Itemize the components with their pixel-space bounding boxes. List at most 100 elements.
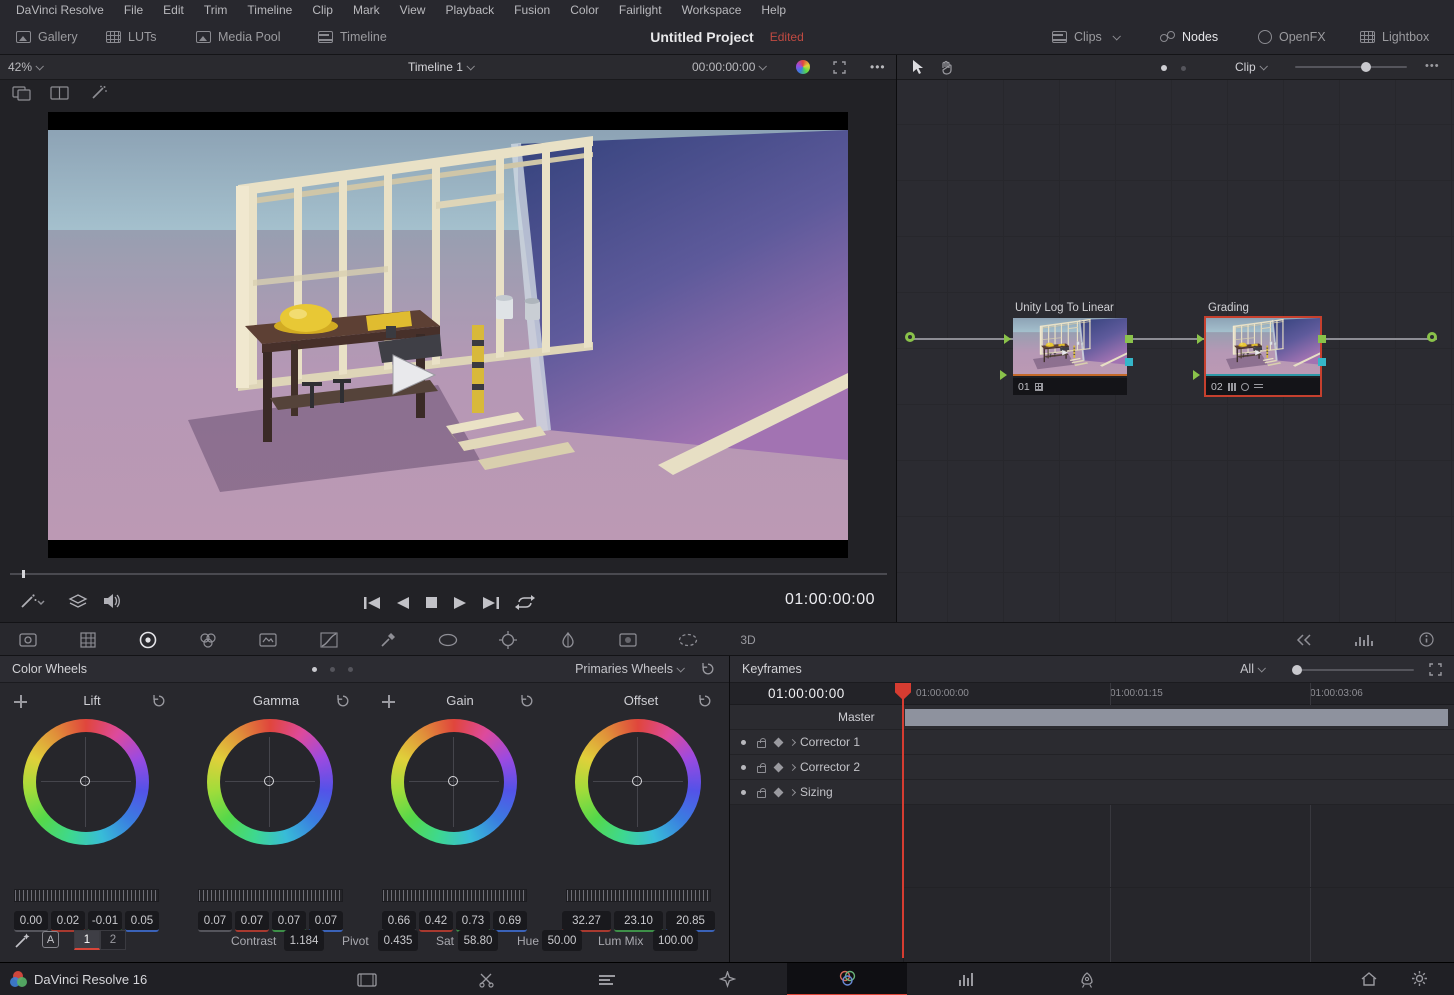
- wheel-mode-select[interactable]: Primaries Wheels: [575, 662, 683, 676]
- expand-keyframes-icon[interactable]: [1429, 663, 1442, 676]
- media-pool-button[interactable]: Media Pool: [196, 20, 281, 54]
- lift-wheel[interactable]: [23, 719, 149, 845]
- lock-icon[interactable]: [757, 791, 766, 798]
- contrast-value[interactable]: 1.184: [284, 930, 324, 951]
- lock-icon[interactable]: [757, 741, 766, 748]
- node-1[interactable]: Unity Log To Linear 01: [1013, 318, 1127, 395]
- clips-button[interactable]: Clips: [1052, 20, 1119, 54]
- lift-reset-icon[interactable]: [152, 694, 166, 708]
- info-icon[interactable]: [1412, 623, 1440, 656]
- timeline-button[interactable]: Timeline: [318, 20, 387, 54]
- gamma-reset-icon[interactable]: [336, 694, 350, 708]
- auto-balance-badge[interactable]: A: [42, 931, 59, 948]
- timeline-select[interactable]: Timeline 1: [408, 55, 473, 79]
- node-2-key-output-square[interactable]: [1318, 358, 1326, 366]
- play-button[interactable]: [453, 596, 467, 610]
- viewer-scrub-bar[interactable]: [0, 570, 897, 578]
- menu-app[interactable]: DaVinci Resolve: [6, 0, 114, 20]
- menu-mark[interactable]: Mark: [343, 0, 390, 20]
- wheel-page-2-button[interactable]: 2: [100, 930, 126, 950]
- scopes-icon[interactable]: [1350, 623, 1378, 656]
- gain-wheel[interactable]: [391, 719, 517, 845]
- viewer-stage[interactable]: [48, 112, 848, 558]
- keyframe-diamond-icon[interactable]: [774, 738, 784, 748]
- viewer-timecode-select[interactable]: 00:00:00:00: [692, 55, 765, 79]
- collapse-panel-icon[interactable]: [1290, 623, 1318, 656]
- menu-view[interactable]: View: [390, 0, 436, 20]
- magic-mask-icon[interactable]: [554, 623, 582, 656]
- keyframes-ruler[interactable]: 01:00:00:00 01:00:00:00 01:00:01:15 01:0…: [730, 683, 1454, 705]
- gamut-icon[interactable]: [796, 55, 810, 79]
- tab-fusion[interactable]: [667, 963, 787, 995]
- lift-wheel-indicator[interactable]: [80, 776, 90, 786]
- loop-button[interactable]: [515, 595, 535, 610]
- menu-file[interactable]: File: [114, 0, 153, 20]
- wheel-page-dots[interactable]: [312, 667, 353, 672]
- zoom-select[interactable]: 42%: [8, 55, 42, 79]
- tab-deliver[interactable]: [1027, 963, 1147, 995]
- source-input-port[interactable]: [905, 332, 915, 342]
- menu-playback[interactable]: Playback: [435, 0, 504, 20]
- track-enable-dot[interactable]: [741, 790, 746, 795]
- keyframes-zoom-knob[interactable]: [1292, 665, 1302, 675]
- node-2[interactable]: Grading 02: [1206, 318, 1320, 395]
- unmix-icon[interactable]: [12, 85, 32, 101]
- key-icon[interactable]: [674, 623, 702, 656]
- menu-fairlight[interactable]: Fairlight: [609, 0, 672, 20]
- node-1-input-triangle[interactable]: [1004, 334, 1011, 344]
- reset-all-icon[interactable]: [701, 662, 715, 676]
- motion-effects-icon[interactable]: [254, 623, 282, 656]
- corrector-1-row[interactable]: Corrector 1: [730, 730, 1454, 755]
- gamma-wheel-indicator[interactable]: [264, 776, 274, 786]
- expand-chevron-icon[interactable]: [789, 739, 796, 746]
- sat-value[interactable]: 58.80: [458, 930, 498, 951]
- skip-back-button[interactable]: [363, 596, 381, 610]
- node-2-input-triangle[interactable]: [1197, 334, 1204, 344]
- project-manager-icon[interactable]: [1360, 971, 1378, 987]
- lift-master-slider[interactable]: [14, 889, 159, 902]
- cursor-tool-icon[interactable]: [911, 59, 925, 75]
- keyframes-playhead[interactable]: [902, 683, 904, 958]
- master-track-bar[interactable]: [905, 709, 1448, 726]
- node-2-output-square[interactable]: [1318, 335, 1326, 343]
- menu-clip[interactable]: Clip: [302, 0, 343, 20]
- tab-color[interactable]: [787, 963, 907, 995]
- offset-reset-icon[interactable]: [698, 694, 712, 708]
- node-2-key-input-triangle[interactable]: [1193, 370, 1200, 380]
- pan-hand-icon[interactable]: [939, 60, 954, 75]
- corrector-2-row[interactable]: Corrector 2: [730, 755, 1454, 780]
- tab-cut[interactable]: [427, 963, 547, 995]
- color-wheels-icon[interactable]: [134, 623, 162, 656]
- keyframe-diamond-icon[interactable]: [774, 788, 784, 798]
- menu-trim[interactable]: Trim: [194, 0, 238, 20]
- tab-fairlight[interactable]: [907, 963, 1027, 995]
- node-zoom-slider[interactable]: [1295, 66, 1407, 68]
- menu-fusion[interactable]: Fusion: [504, 0, 560, 20]
- pivot-value[interactable]: 0.435: [378, 930, 418, 951]
- lum-mix-value[interactable]: 100.00: [653, 930, 698, 951]
- gamma-master-slider[interactable]: [198, 889, 343, 902]
- node-1-key-input-triangle[interactable]: [1000, 370, 1007, 380]
- node-page-dot-2[interactable]: [1181, 66, 1186, 71]
- expand-chevron-icon[interactable]: [789, 764, 796, 771]
- offset-wheel-indicator[interactable]: [632, 776, 642, 786]
- wheel-page-1-button[interactable]: 1: [74, 930, 100, 950]
- viewer-options-menu[interactable]: •••: [870, 55, 886, 79]
- highlight-wand-icon[interactable]: [90, 85, 108, 101]
- play-reverse-button[interactable]: [396, 596, 410, 610]
- lightbox-button[interactable]: Lightbox: [1360, 20, 1429, 54]
- settings-gear-icon[interactable]: [1411, 970, 1428, 987]
- hue-value[interactable]: 50.00: [542, 930, 582, 951]
- tab-media[interactable]: [307, 963, 427, 995]
- keyframes-filter-select[interactable]: All: [1240, 662, 1264, 676]
- tracker-icon[interactable]: [494, 623, 522, 656]
- gallery-button[interactable]: Gallery: [16, 20, 78, 54]
- lock-icon[interactable]: [757, 766, 766, 773]
- menu-edit[interactable]: Edit: [153, 0, 194, 20]
- skip-forward-button[interactable]: [482, 596, 500, 610]
- node-graph[interactable]: Unity Log To Linear 01 Grading: [897, 80, 1454, 622]
- qualifier-icon[interactable]: [374, 623, 402, 656]
- node-options-menu[interactable]: •••: [1425, 60, 1440, 72]
- menu-help[interactable]: Help: [751, 0, 796, 20]
- blur-icon[interactable]: [614, 623, 642, 656]
